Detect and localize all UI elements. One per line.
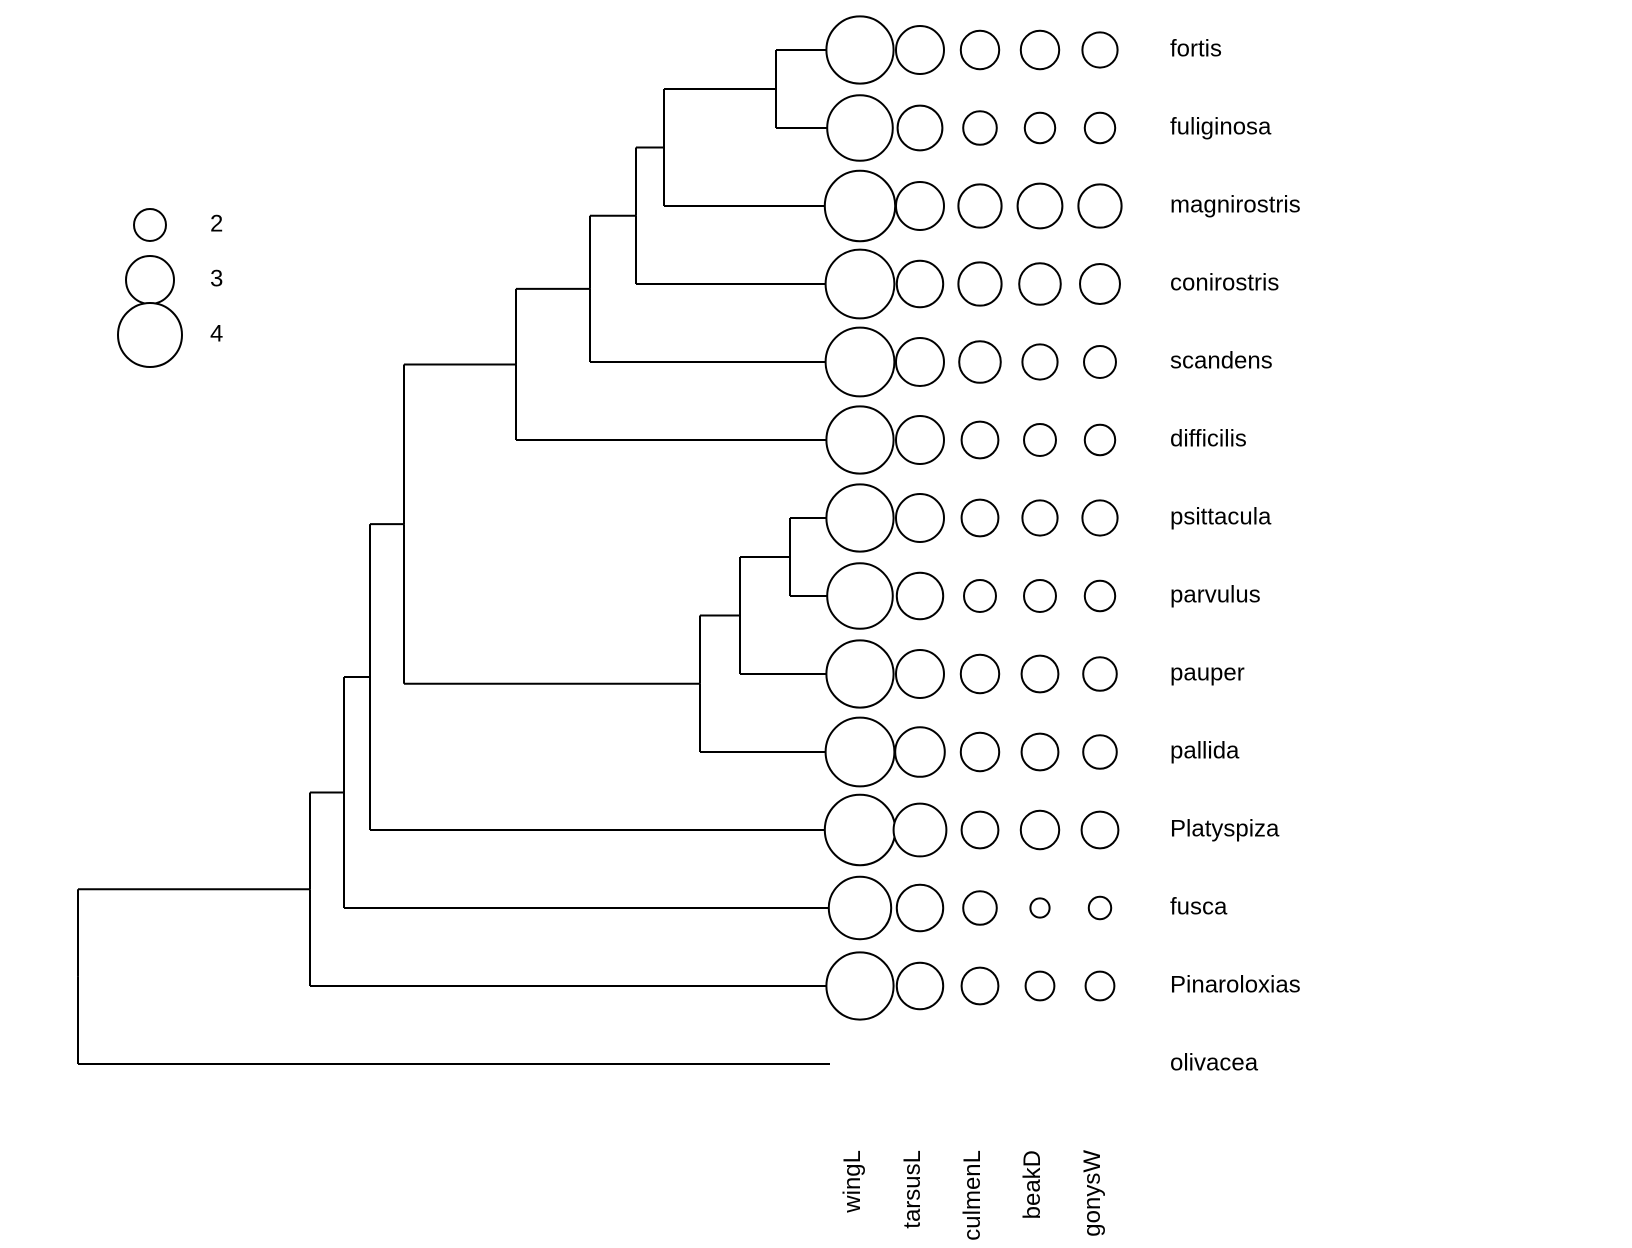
phylo-dotplot-chart: fortis fuliginosa magnirostris conirostris s… — [0, 0, 1632, 1248]
bubble-parvulus-culmenL — [964, 580, 996, 612]
legend-bubble-2 — [134, 209, 166, 241]
bubble-magnirostris-wingL — [825, 171, 895, 241]
tip-label-conirostris: conirostris — [1170, 269, 1279, 296]
bubble-fuliginosa-gonysW — [1085, 113, 1115, 143]
bubble-conirostris-tarsusL — [897, 261, 943, 307]
tip-label-pallida: pallida — [1170, 737, 1240, 764]
bubble-scandens-culmenL — [959, 341, 1001, 383]
bubble-difficilis-gonysW — [1085, 425, 1115, 455]
bubble-scandens-beakD — [1022, 344, 1057, 379]
bubble-scandens-wingL — [826, 328, 895, 397]
bubble-pauper-gonysW — [1083, 657, 1117, 691]
bubble-conirostris-gonysW — [1080, 264, 1120, 304]
bubble-difficilis-tarsusL — [896, 416, 944, 464]
bubble-Pinaroloxias-beakD — [1026, 972, 1055, 1001]
bubble-Pinaroloxias-tarsusL — [897, 963, 943, 1009]
tip-label-pauper: pauper — [1170, 659, 1245, 686]
bubble-magnirostris-gonysW — [1078, 184, 1121, 227]
bubble-parvulus-gonysW — [1085, 581, 1115, 611]
bubble-fortis-tarsusL — [896, 26, 944, 74]
bubble-parvulus-wingL — [827, 563, 893, 629]
tip-label-magnirostris: magnirostris — [1170, 191, 1301, 218]
bubble-fuliginosa-tarsusL — [898, 106, 943, 151]
bubble-pauper-wingL — [826, 640, 893, 707]
tip-label-olivacea: olivacea — [1170, 1049, 1259, 1076]
bubble-pauper-culmenL — [961, 655, 999, 693]
bubble-Platyspiza-wingL — [825, 795, 895, 865]
legend-bubble-4 — [118, 303, 182, 367]
bubble-difficilis-beakD — [1024, 424, 1056, 456]
bubble-magnirostris-beakD — [1018, 184, 1063, 229]
bubble-pallida-culmenL — [961, 733, 999, 771]
bubble-fuliginosa-beakD — [1025, 113, 1055, 143]
bubble-Platyspiza-gonysW — [1082, 812, 1119, 849]
bubble-parvulus-beakD — [1024, 580, 1056, 612]
bubble-conirostris-wingL — [826, 250, 895, 319]
bubble-fuliginosa-wingL — [827, 95, 893, 161]
legend-label-3: 3 — [210, 265, 223, 292]
bubble-scandens-gonysW — [1084, 346, 1116, 378]
trait-label-tarsusL: tarsusL — [899, 1150, 926, 1229]
tip-label-parvulus: parvulus — [1170, 581, 1261, 608]
bubble-fusca-gonysW — [1089, 897, 1111, 919]
bubble-fortis-culmenL — [961, 31, 999, 69]
bubble-psittacula-culmenL — [962, 500, 999, 537]
tip-label-difficilis: difficilis — [1170, 425, 1247, 452]
trait-label-beakD: beakD — [1019, 1150, 1046, 1219]
bubble-difficilis-culmenL — [962, 422, 999, 459]
bubble-fusca-beakD — [1030, 898, 1049, 917]
trait-label-culmenL: culmenL — [959, 1150, 986, 1241]
bubble-pallida-wingL — [826, 718, 895, 787]
bubble-pallida-tarsusL — [895, 727, 945, 777]
bubble-magnirostris-tarsusL — [896, 182, 944, 230]
bubble-pallida-gonysW — [1083, 735, 1117, 769]
bubble-conirostris-culmenL — [958, 262, 1001, 305]
bubble-Platyspiza-tarsusL — [894, 804, 947, 857]
bubble-fusca-wingL — [829, 877, 891, 939]
tip-label-fortis: fortis — [1170, 35, 1222, 62]
tip-label-fusca: fusca — [1170, 893, 1228, 920]
bubble-pallida-beakD — [1022, 734, 1059, 771]
bubble-fusca-culmenL — [963, 891, 997, 925]
legend-bubble-3 — [126, 256, 174, 304]
bubble-Pinaroloxias-culmenL — [962, 968, 999, 1005]
bubble-fortis-beakD — [1021, 31, 1059, 69]
bubble-parvulus-tarsusL — [897, 573, 943, 619]
bubble-pauper-tarsusL — [896, 650, 944, 698]
bubble-fusca-tarsusL — [897, 885, 943, 931]
bubble-fortis-wingL — [826, 16, 893, 83]
tip-label-Platyspiza: Platyspiza — [1170, 815, 1280, 842]
bubble-fuliginosa-culmenL — [963, 111, 997, 145]
bubble-psittacula-beakD — [1022, 500, 1057, 535]
bubble-pauper-beakD — [1022, 656, 1059, 693]
bubble-Pinaroloxias-wingL — [826, 952, 893, 1019]
bubble-Pinaroloxias-gonysW — [1086, 972, 1115, 1001]
bubble-conirostris-beakD — [1019, 263, 1061, 305]
bubble-psittacula-wingL — [826, 484, 893, 551]
bubble-fortis-gonysW — [1082, 32, 1117, 67]
bubble-Platyspiza-beakD — [1021, 811, 1059, 849]
bubble-scandens-tarsusL — [896, 338, 944, 386]
legend-label-4: 4 — [210, 320, 223, 347]
trait-label-wingL: wingL — [839, 1150, 866, 1214]
tip-label-fuliginosa: fuliginosa — [1170, 113, 1272, 140]
bubble-difficilis-wingL — [826, 406, 893, 473]
bubble-psittacula-gonysW — [1082, 500, 1117, 535]
tip-label-scandens: scandens — [1170, 347, 1273, 374]
tip-label-psittacula: psittacula — [1170, 503, 1272, 530]
tip-label-Pinaroloxias: Pinaroloxias — [1170, 971, 1301, 998]
trait-label-gonysW: gonysW — [1079, 1150, 1106, 1237]
bubble-magnirostris-culmenL — [958, 184, 1001, 227]
bubble-Platyspiza-culmenL — [962, 812, 999, 849]
bubble-psittacula-tarsusL — [896, 494, 944, 542]
legend-label-2: 2 — [210, 210, 223, 237]
